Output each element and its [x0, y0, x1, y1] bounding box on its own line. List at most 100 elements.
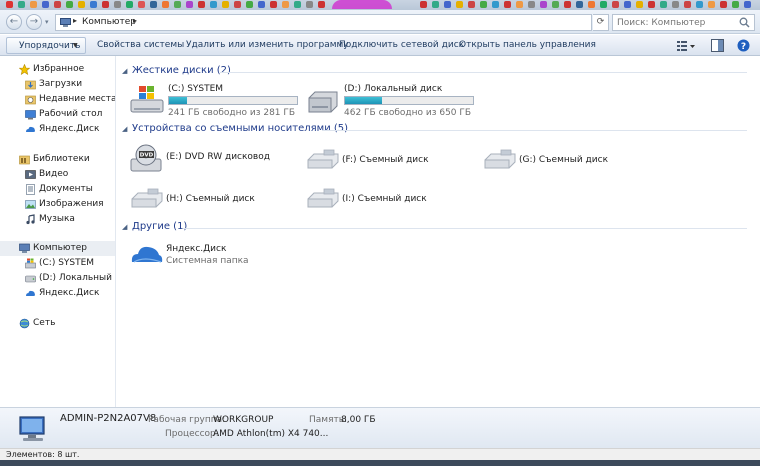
system-properties-button[interactable]: Свойства системы [97, 40, 184, 50]
app-icon[interactable] [636, 1, 643, 8]
app-icon[interactable] [114, 1, 121, 8]
app-icon[interactable] [576, 1, 583, 8]
app-icon[interactable] [504, 1, 511, 8]
nav-network[interactable]: Сеть [0, 316, 115, 331]
app-icon[interactable] [708, 1, 715, 8]
app-icon[interactable] [600, 1, 607, 8]
nav-computer[interactable]: Компьютер [0, 241, 115, 256]
app-icon[interactable] [432, 1, 439, 8]
app-icon[interactable] [210, 1, 217, 8]
app-icon[interactable] [270, 1, 277, 8]
group-hard-disks[interactable]: ◢ Жесткие диски (2) [117, 65, 757, 79]
app-icon[interactable] [186, 1, 193, 8]
app-icon[interactable] [456, 1, 463, 8]
app-icon[interactable] [744, 1, 751, 8]
drive-e-tile[interactable]: DVD (E:) DVD RW дисковод [130, 143, 300, 173]
group-removable[interactable]: ◢ Устройства со съемными носителями (5) [117, 123, 757, 137]
view-options-icon[interactable] [676, 39, 696, 52]
app-icon[interactable] [492, 1, 499, 8]
app-icon[interactable] [732, 1, 739, 8]
address-box[interactable]: ▸ Компьютер ▸ [55, 14, 592, 31]
drive-d-tile[interactable]: (D:) Локальный диск 462 ГБ свободно из 6… [306, 84, 476, 120]
drive-h-tile[interactable]: (H:) Съемный диск [130, 187, 290, 211]
app-icon[interactable] [720, 1, 727, 8]
app-icon[interactable] [552, 1, 559, 8]
search-input[interactable] [617, 17, 735, 29]
app-icon[interactable] [318, 1, 325, 8]
nav-favorites[interactable]: Избранное [0, 62, 115, 77]
app-icon[interactable] [174, 1, 181, 8]
app-icon[interactable] [66, 1, 73, 8]
drive-f-tile[interactable]: (F:) Съемный диск [306, 148, 466, 172]
app-icon[interactable] [306, 1, 313, 8]
app-icon[interactable] [102, 1, 109, 8]
app-icon[interactable] [660, 1, 667, 8]
app-icon[interactable] [696, 1, 703, 8]
app-icon[interactable] [246, 1, 253, 8]
breadcrumb-computer[interactable]: Компьютер [82, 17, 136, 27]
organize-button[interactable]: Упорядочить ▼ [6, 37, 86, 54]
nav-video[interactable]: Видео [0, 167, 115, 182]
app-icon[interactable] [444, 1, 451, 8]
nav-drive-d[interactable]: (D:) Локальный диск [0, 271, 115, 286]
app-icon[interactable] [234, 1, 241, 8]
forward-button[interactable]: → [26, 14, 42, 30]
nav-recent-places[interactable]: Недавние места [0, 92, 115, 107]
app-icon[interactable] [648, 1, 655, 8]
map-network-drive-button[interactable]: Подключить сетевой диск [339, 40, 464, 50]
app-icon[interactable] [222, 1, 229, 8]
nav-music[interactable]: Музыка [0, 212, 115, 227]
app-icon[interactable] [528, 1, 535, 8]
app-icon[interactable] [198, 1, 205, 8]
back-button[interactable]: ← [6, 14, 22, 30]
app-icon[interactable] [468, 1, 475, 8]
app-icon[interactable] [564, 1, 571, 8]
nav-desktop[interactable]: Рабочий стол [0, 107, 115, 122]
app-icon[interactable] [54, 1, 61, 8]
nav-downloads[interactable]: Загрузки [0, 77, 115, 92]
nav-yandex-disk-computer[interactable]: Яндекс.Диск [0, 286, 115, 301]
recent-pages-dropdown[interactable]: ▾ [45, 18, 49, 26]
app-icon[interactable] [6, 1, 13, 8]
help-icon[interactable]: ? [737, 39, 750, 52]
nav-pictures[interactable]: Изображения [0, 197, 115, 212]
app-icon[interactable] [420, 1, 427, 8]
app-icon[interactable] [282, 1, 289, 8]
app-icon[interactable] [624, 1, 631, 8]
app-icon[interactable] [138, 1, 145, 8]
app-icon[interactable] [30, 1, 37, 8]
app-icon[interactable] [672, 1, 679, 8]
app-icon[interactable] [684, 1, 691, 8]
app-icon[interactable] [150, 1, 157, 8]
drive-c-tile[interactable]: (C:) SYSTEM 241 ГБ свободно из 281 ГБ [130, 84, 300, 120]
app-icon[interactable] [78, 1, 85, 8]
collapse-chevron-icon[interactable]: ◢ [122, 125, 127, 133]
app-icon[interactable] [480, 1, 487, 8]
app-icon[interactable] [42, 1, 49, 8]
app-icon[interactable] [540, 1, 547, 8]
uninstall-program-button[interactable]: Удалить или изменить программу [186, 40, 349, 50]
breadcrumb-separator-icon[interactable]: ▸ [133, 16, 137, 25]
drive-g-tile[interactable]: (G:) Съемный диск [483, 148, 643, 172]
nav-libraries[interactable]: Библиотеки [0, 152, 115, 167]
collapse-chevron-icon[interactable]: ◢ [122, 67, 127, 75]
group-other[interactable]: ◢ Другие (1) [117, 221, 757, 235]
preview-pane-icon[interactable] [711, 39, 724, 52]
nav-drive-c[interactable]: (C:) SYSTEM [0, 256, 115, 271]
nav-yandex-disk[interactable]: Яндекс.Диск [0, 122, 115, 137]
search-icon[interactable] [739, 17, 750, 28]
breadcrumb-separator-icon[interactable]: ▸ [73, 16, 77, 25]
app-icon[interactable] [612, 1, 619, 8]
nav-documents[interactable]: Документы [0, 182, 115, 197]
yandex-disk-tile[interactable]: Яндекс.Диск Системная папка [130, 242, 300, 270]
app-icon[interactable] [258, 1, 265, 8]
collapse-chevron-icon[interactable]: ◢ [122, 223, 127, 231]
refresh-button[interactable]: ⟳ [593, 14, 609, 31]
open-control-panel-button[interactable]: Открыть панель управления [459, 40, 596, 50]
app-icon[interactable] [588, 1, 595, 8]
search-box[interactable] [612, 14, 755, 31]
app-icon[interactable] [516, 1, 523, 8]
app-icon[interactable] [294, 1, 301, 8]
app-icon[interactable] [126, 1, 133, 8]
drive-i-tile[interactable]: (I:) Съемный диск [306, 187, 466, 211]
